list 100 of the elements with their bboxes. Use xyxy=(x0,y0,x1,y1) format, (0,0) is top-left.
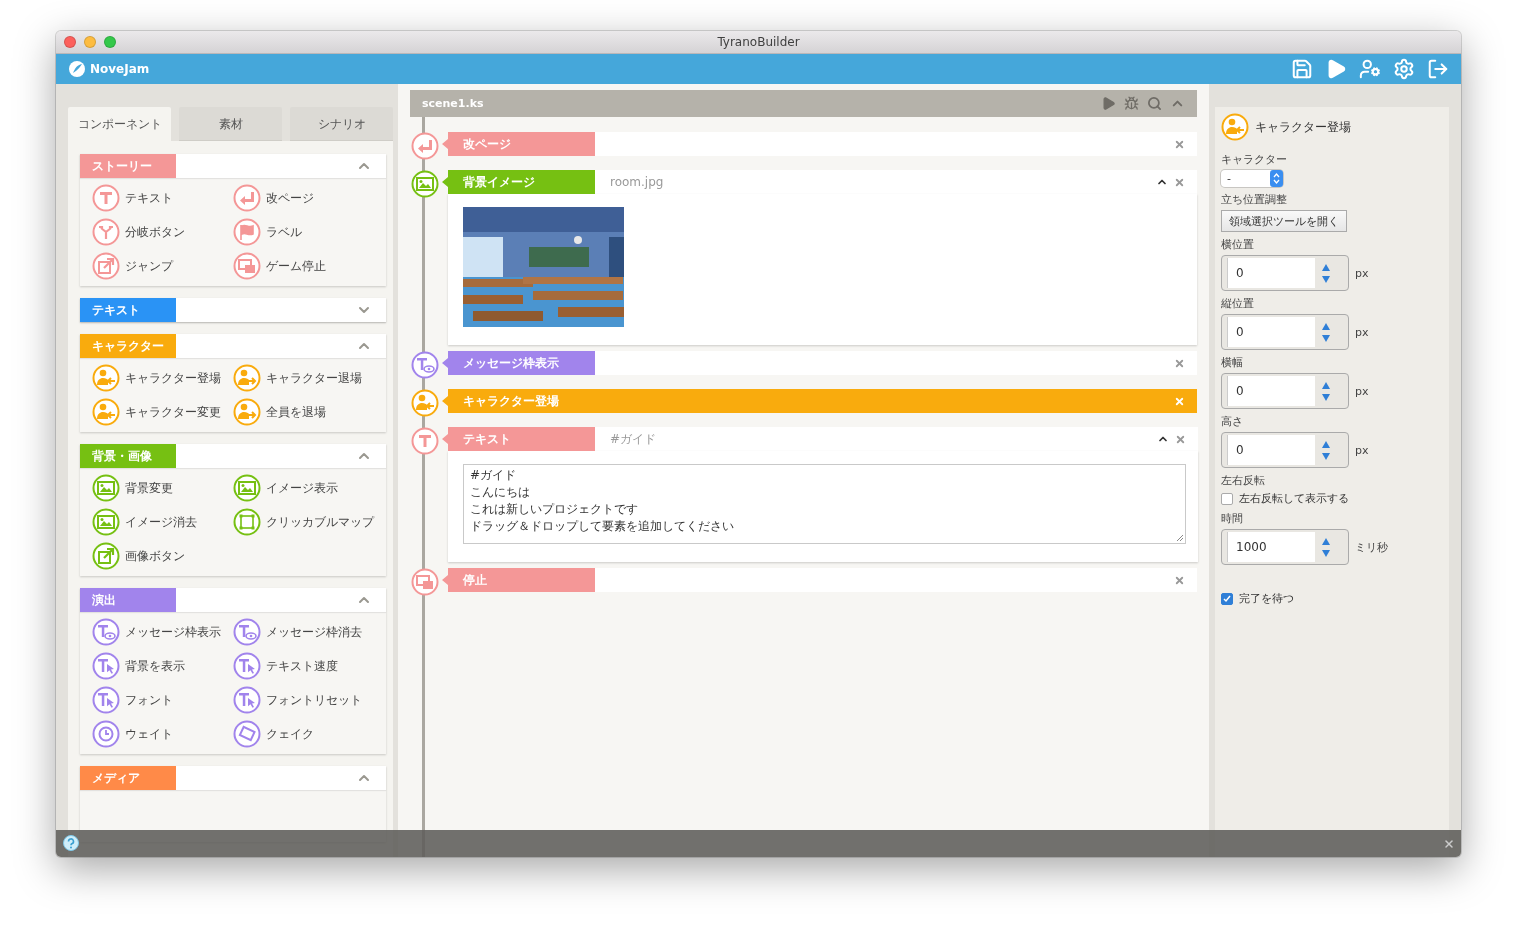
component-item[interactable]: 背景変更 xyxy=(92,474,233,502)
component-item[interactable]: イメージ消去 xyxy=(92,508,233,536)
settings-icon[interactable] xyxy=(1393,58,1415,80)
play-icon[interactable] xyxy=(1101,96,1116,111)
character-select[interactable]: - xyxy=(1221,170,1283,187)
component-item[interactable]: メッセージ枠表示 xyxy=(92,618,233,646)
section-title: キャラクター xyxy=(80,334,176,358)
row-value: room.jpg xyxy=(610,175,664,189)
close-icon[interactable] xyxy=(1174,357,1185,369)
spin-down-icon[interactable] xyxy=(1322,549,1330,557)
panel-tab[interactable]: コンポーネント xyxy=(68,107,171,141)
unit-label: px xyxy=(1355,384,1369,398)
component-item[interactable]: キャラクター登場 xyxy=(92,364,233,392)
spin-up-icon[interactable] xyxy=(1322,263,1330,271)
close-icon[interactable] xyxy=(1174,395,1185,407)
component-item[interactable]: 画像ボタン xyxy=(92,542,233,570)
component-item[interactable]: フォントリセット xyxy=(233,686,374,714)
row-tag: テキスト xyxy=(442,427,595,451)
stepper-icon xyxy=(1270,170,1283,187)
cursor-icon xyxy=(233,652,261,680)
component-item[interactable]: キャラクター変更 xyxy=(92,398,233,426)
spin-up-icon[interactable] xyxy=(1322,322,1330,330)
brand-name: NoveJam xyxy=(90,62,150,76)
user-settings-icon[interactable] xyxy=(1359,58,1381,80)
spin-down-icon[interactable] xyxy=(1322,452,1330,460)
component-item[interactable]: ウェイト xyxy=(92,720,233,748)
close-icon[interactable] xyxy=(1174,574,1185,586)
section-title: テキスト xyxy=(80,298,176,322)
number-field[interactable]: 0 xyxy=(1221,314,1349,350)
field-label: 横幅 xyxy=(1221,355,1243,370)
row-tag: 改ページ xyxy=(442,132,595,156)
component-item[interactable]: クリッカブルマップ xyxy=(233,508,374,536)
checkbox-label[interactable]: 完了を待つ xyxy=(1221,591,1294,606)
inspector-title: キャラクター登場 xyxy=(1255,118,1351,136)
save-icon[interactable] xyxy=(1291,58,1313,80)
checkbox-label[interactable]: 左右反転して表示する xyxy=(1221,491,1349,506)
field-label: 高さ xyxy=(1221,414,1243,429)
row-tag: 背景イメージ xyxy=(442,170,595,194)
component-item[interactable]: ラベル xyxy=(233,218,374,246)
close-icon[interactable] xyxy=(1174,138,1185,150)
picture-icon xyxy=(92,508,120,536)
close-icon[interactable] xyxy=(1443,837,1455,850)
component-item[interactable]: キャラクター退場 xyxy=(233,364,374,392)
resize-grip-icon[interactable] xyxy=(1176,534,1184,542)
eye-icon xyxy=(411,351,439,379)
cursor-icon xyxy=(92,652,120,680)
close-icon[interactable] xyxy=(1175,433,1186,445)
component-item[interactable]: ジャンプ xyxy=(92,252,233,280)
component-item[interactable]: 分岐ボタン xyxy=(92,218,233,246)
number-field[interactable]: 0 xyxy=(1221,373,1349,409)
number-field[interactable]: 0 xyxy=(1221,255,1349,291)
frame-icon xyxy=(233,508,261,536)
help-icon[interactable] xyxy=(62,834,80,853)
panel-tab[interactable]: 素材 xyxy=(179,107,282,141)
spin-up-icon[interactable] xyxy=(1322,537,1330,545)
number-field[interactable]: 0 xyxy=(1221,432,1349,468)
minimize-icon[interactable] xyxy=(84,36,96,48)
open-tool-button[interactable]: 領域選択ツールを開く xyxy=(1221,210,1347,232)
spin-up-icon[interactable] xyxy=(1322,440,1330,448)
exit-icon[interactable] xyxy=(1427,58,1449,80)
search-icon[interactable] xyxy=(1147,96,1162,111)
close-icon[interactable] xyxy=(64,36,76,48)
bug-icon[interactable] xyxy=(1124,96,1139,111)
component-item[interactable]: メッセージ枠消去 xyxy=(233,618,374,646)
tilted-frame-icon xyxy=(233,720,261,748)
spin-up-icon[interactable] xyxy=(1322,381,1330,389)
component-item[interactable]: テキスト xyxy=(92,184,233,212)
checkbox[interactable] xyxy=(1221,592,1233,605)
file-name: scene1.ks xyxy=(422,97,484,110)
spin-down-icon[interactable] xyxy=(1322,393,1330,401)
clock-icon xyxy=(92,720,120,748)
component-item[interactable]: クェイク xyxy=(233,720,374,748)
component-item[interactable]: フォント xyxy=(92,686,233,714)
component-item[interactable]: テキスト速度 xyxy=(233,652,374,680)
number-field[interactable]: 1000 xyxy=(1221,529,1349,565)
close-icon[interactable] xyxy=(1174,176,1185,188)
row-value: #ガイド xyxy=(610,430,657,448)
spin-down-icon[interactable] xyxy=(1322,275,1330,283)
cursor-icon xyxy=(92,686,120,714)
flag-icon xyxy=(233,218,261,246)
script-line: こんにちは xyxy=(470,484,530,501)
maximize-icon[interactable] xyxy=(104,36,116,48)
panel-tab[interactable]: シナリオ xyxy=(290,107,393,141)
row-tag: メッセージ枠表示 xyxy=(442,351,595,375)
script-textarea[interactable]: #ガイド こんにちは これは新しいプロジェクトです ドラッグ＆ドロップして要素を追加してください xyxy=(463,464,1186,544)
checkbox[interactable] xyxy=(1221,492,1233,505)
script-line: #ガイド xyxy=(470,467,517,484)
letter-t-icon xyxy=(411,427,439,455)
spin-down-icon[interactable] xyxy=(1322,334,1330,342)
component-item[interactable]: イメージ表示 xyxy=(233,474,374,502)
field-label: 時間 xyxy=(1221,511,1243,526)
section-title: ストーリー xyxy=(80,154,176,178)
script-line: これは新しいプロジェクトです xyxy=(470,501,638,518)
component-item[interactable]: ゲーム停止 xyxy=(233,252,374,280)
component-item[interactable]: 背景を表示 xyxy=(92,652,233,680)
component-item[interactable]: 改ページ xyxy=(233,184,374,212)
picture-icon xyxy=(92,474,120,502)
field-label: 縦位置 xyxy=(1221,296,1254,311)
component-item[interactable]: 全員を退場 xyxy=(233,398,374,426)
unit-label: px xyxy=(1355,325,1369,339)
